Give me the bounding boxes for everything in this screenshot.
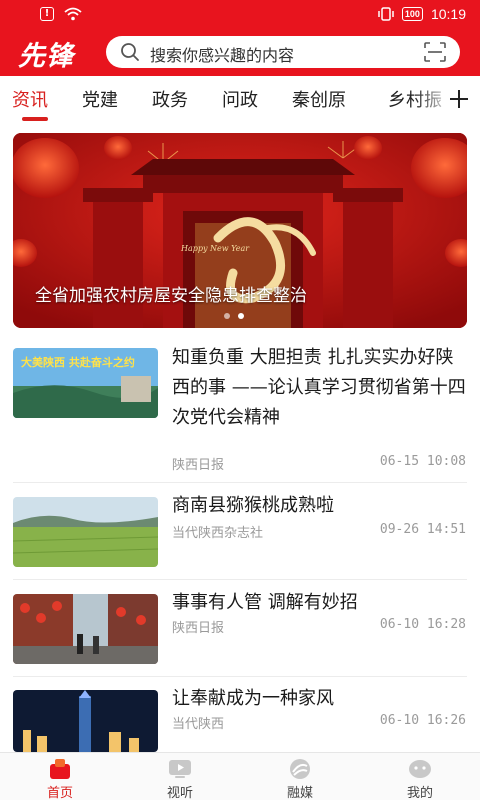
divider bbox=[13, 482, 467, 483]
home-icon bbox=[50, 759, 70, 779]
nav-label: 首页 bbox=[46, 786, 73, 800]
battery-icon: 100 bbox=[401, 7, 423, 21]
carousel-banner[interactable]: Happy New Year 全省加强农村房屋安全隐患排查整治 bbox=[13, 133, 467, 328]
vibrate-icon bbox=[378, 7, 394, 21]
active-tab-indicator bbox=[22, 117, 48, 121]
news-source: 当代陕西 bbox=[172, 717, 225, 732]
news-title: 事事有人管 调解有妙招 bbox=[172, 592, 358, 613]
news-source: 陕西日报 bbox=[172, 458, 225, 473]
divider bbox=[13, 579, 467, 580]
category-tabs: 资讯 党建 政务 问政 秦创原 乡村振 bbox=[0, 76, 480, 124]
search-bar[interactable]: 搜索你感兴趣的内容 bbox=[106, 36, 460, 68]
nav-label: 融媒 bbox=[286, 786, 313, 800]
news-thumbnail: 大美陕西 共赴奋斗之约 bbox=[13, 348, 158, 418]
news-thumbnail bbox=[13, 497, 158, 567]
search-icon bbox=[121, 43, 139, 61]
tab-inquiry[interactable]: 问政 bbox=[222, 86, 258, 112]
status-right: 100 10:19 bbox=[378, 6, 466, 22]
tab-qinchuangyuan[interactable]: 秦创原 bbox=[292, 86, 346, 112]
news-time: 06-10 16:26 bbox=[379, 713, 466, 728]
news-time: 06-10 16:28 bbox=[379, 617, 466, 632]
app-logo: 先锋 bbox=[18, 41, 74, 72]
news-time: 09-26 14:51 bbox=[379, 522, 466, 537]
news-source: 陕西日报 bbox=[172, 621, 225, 636]
profile-icon bbox=[409, 760, 431, 778]
nav-media[interactable]: 融媒 bbox=[240, 753, 360, 800]
clock: 10:19 bbox=[430, 6, 466, 22]
nav-home[interactable]: 首页 bbox=[0, 753, 120, 800]
news-title: 知重负重 大胆担责 扎扎实实办好陕西的事 ——论认真学习贯彻省第十四次党代会精神 bbox=[172, 347, 466, 428]
notification-icon: ! bbox=[40, 7, 54, 21]
scan-icon[interactable] bbox=[424, 42, 446, 62]
carousel-dot-active bbox=[238, 313, 244, 319]
news-thumbnail bbox=[13, 594, 158, 664]
news-time: 06-15 10:08 bbox=[379, 454, 466, 469]
status-left: ! bbox=[40, 7, 82, 21]
news-thumbnail bbox=[13, 690, 158, 752]
news-title: 商南县猕猴桃成熟啦 bbox=[172, 495, 334, 516]
search-placeholder: 搜索你感兴趣的内容 bbox=[150, 46, 295, 65]
nav-label: 我的 bbox=[406, 786, 433, 800]
bottom-nav: 首页 视听 融媒 我的 bbox=[0, 752, 480, 800]
thumb-caption: 大美陕西 共赴奋斗之约 bbox=[21, 355, 135, 369]
tab-news[interactable]: 资讯 bbox=[12, 86, 48, 112]
carousel-dots bbox=[224, 313, 244, 319]
news-title: 让奉献成为一种家风 bbox=[172, 688, 334, 709]
tab-government[interactable]: 政务 bbox=[152, 86, 188, 112]
nav-video[interactable]: 视听 bbox=[120, 753, 240, 800]
nav-label: 视听 bbox=[166, 786, 193, 800]
tab-party-building[interactable]: 党建 bbox=[82, 86, 118, 112]
tv-icon bbox=[169, 760, 191, 778]
status-bar: ! 100 10:19 bbox=[0, 0, 480, 30]
divider bbox=[13, 676, 467, 677]
banner-caption: 全省加强农村房屋安全隐患排查整治 bbox=[35, 286, 307, 306]
banner-decor-text: Happy New Year bbox=[180, 244, 250, 253]
app-header: 先锋 搜索你感兴趣的内容 bbox=[0, 30, 480, 76]
add-channel-icon[interactable] bbox=[448, 88, 470, 110]
news-source: 当代陕西杂志社 bbox=[172, 526, 264, 541]
media-icon bbox=[290, 759, 310, 779]
carousel-dot bbox=[224, 313, 230, 319]
nav-profile[interactable]: 我的 bbox=[360, 753, 480, 800]
wifi-icon bbox=[64, 7, 82, 21]
